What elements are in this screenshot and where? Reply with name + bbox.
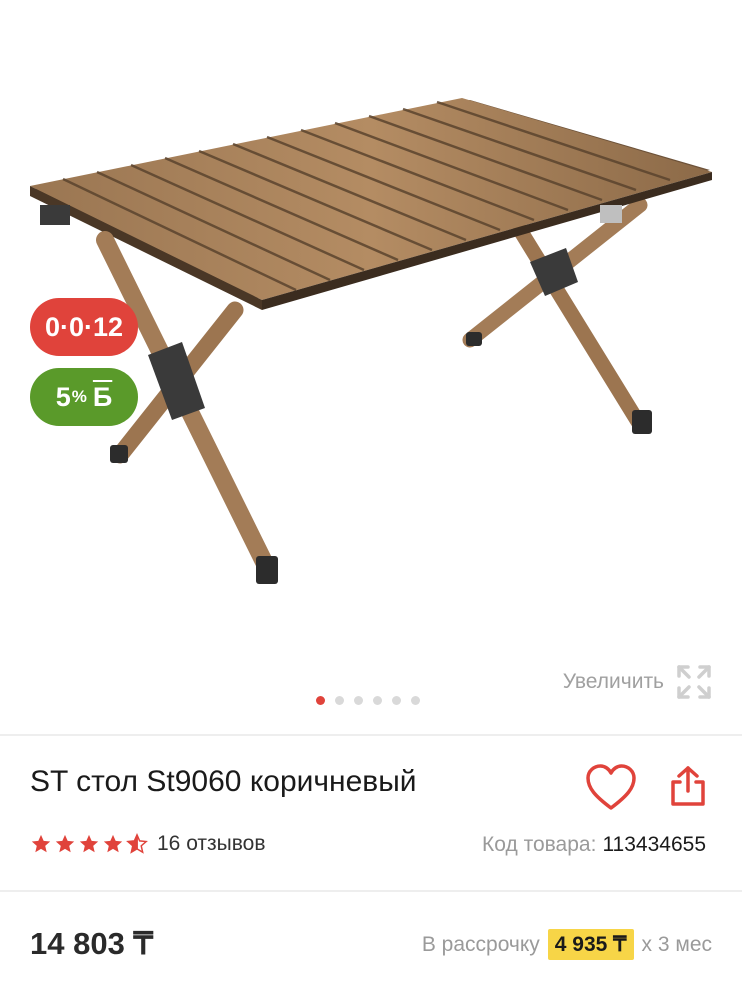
bonus-currency: Б xyxy=(92,381,113,412)
product-code: Код товара: 113434655 xyxy=(482,833,706,857)
star-icon xyxy=(79,834,99,853)
gallery-dot[interactable] xyxy=(335,696,344,705)
product-code-label: Код товара: xyxy=(482,833,597,856)
product-title: ST стол St9060 коричневый xyxy=(30,765,417,798)
section-divider xyxy=(0,734,742,736)
installment-badge-label: 0·0·12 xyxy=(44,311,124,342)
star-half-icon xyxy=(126,833,148,854)
installment-term: x 3 мес xyxy=(641,932,712,956)
product-gallery[interactable]: 0·0·12 5% Б Увеличить xyxy=(0,0,742,730)
installment-badge: 0·0·12 xyxy=(30,298,138,356)
gallery-dot[interactable] xyxy=(354,696,363,705)
gallery-dot[interactable] xyxy=(316,696,325,705)
expand-icon xyxy=(677,665,711,699)
reviews-link[interactable]: 16 отзывов xyxy=(157,832,266,856)
installment-label: В рассрочку xyxy=(421,932,540,956)
bonus-badge: 5% Б xyxy=(30,368,138,426)
share-button[interactable] xyxy=(666,764,710,813)
zoom-button[interactable]: Увеличить xyxy=(563,664,712,700)
gallery-dot[interactable] xyxy=(373,696,382,705)
product-rating: 16 отзывов xyxy=(30,832,266,856)
star-icon xyxy=(31,834,51,853)
product-price: 14 803 ₸ xyxy=(30,926,154,961)
zoom-label: Увеличить xyxy=(562,670,664,693)
installment-offer[interactable]: В рассрочку 4 935 ₸ x 3 мес xyxy=(422,929,712,960)
bonus-value: 5 xyxy=(55,381,71,412)
favorite-button[interactable] xyxy=(585,764,637,817)
product-image[interactable] xyxy=(0,0,742,730)
heart-icon xyxy=(586,764,636,810)
star-icon xyxy=(55,834,75,853)
star-icon xyxy=(103,834,123,853)
gallery-dot[interactable] xyxy=(392,696,401,705)
gallery-dot[interactable] xyxy=(411,696,420,705)
gallery-pagination xyxy=(316,696,420,705)
share-icon xyxy=(671,766,705,806)
installment-amount: 4 935 ₸ xyxy=(547,929,634,960)
product-code-value: 113434655 xyxy=(602,833,706,856)
bonus-percent-sign: % xyxy=(71,387,87,406)
section-divider xyxy=(0,890,742,892)
rating-stars xyxy=(30,833,148,855)
